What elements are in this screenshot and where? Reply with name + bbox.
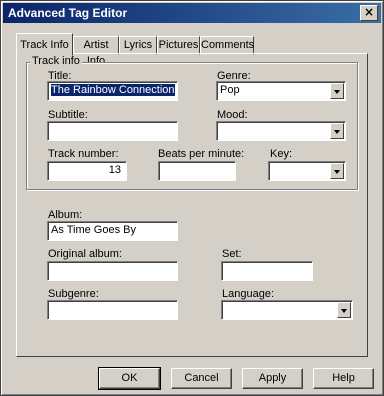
- title-bar[interactable]: Advanced Tag Editor ×: [3, 3, 381, 23]
- help-button[interactable]: Help: [313, 368, 374, 389]
- apply-button[interactable]: Apply: [242, 368, 303, 389]
- tab-strip: Track Info Artist Info Lyrics Pictures C…: [16, 33, 376, 67]
- window-title: Advanced Tag Editor: [8, 6, 128, 20]
- cancel-button[interactable]: Cancel: [171, 368, 232, 389]
- ok-button[interactable]: OK: [98, 367, 161, 390]
- tab-track-info[interactable]: Track Info: [16, 33, 73, 56]
- close-icon: ×: [363, 5, 375, 19]
- close-button[interactable]: ×: [360, 5, 378, 21]
- tab-panel-track-info: [16, 53, 368, 357]
